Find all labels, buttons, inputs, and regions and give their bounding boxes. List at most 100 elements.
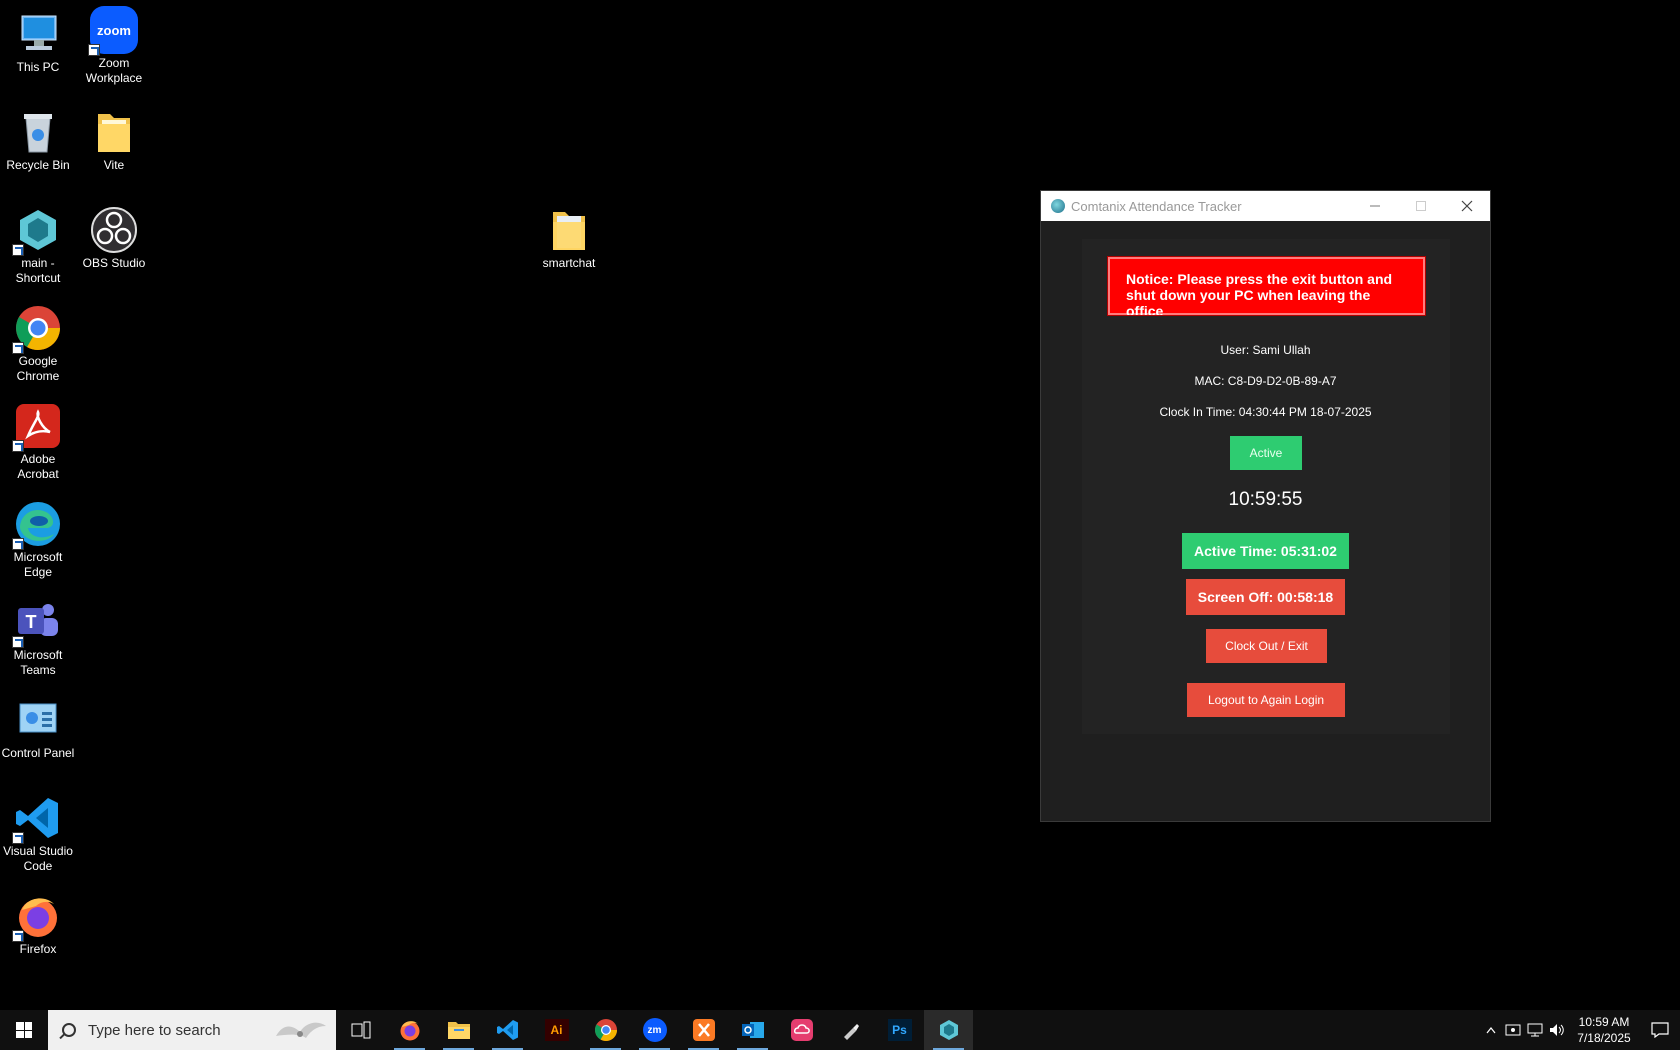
xampp-icon bbox=[692, 1019, 715, 1041]
control-panel-icon bbox=[14, 696, 62, 744]
this-pc-icon bbox=[14, 10, 62, 58]
desktop-icon-smartchat[interactable]: smartchat bbox=[531, 206, 607, 271]
task-view-icon bbox=[351, 1021, 370, 1039]
search-placeholder: Type here to search bbox=[88, 1021, 221, 1039]
window-content: Notice: Please press the exit button and… bbox=[1041, 221, 1490, 822]
illustrator-icon: Ai bbox=[544, 1019, 569, 1041]
firefox-icon bbox=[12, 892, 62, 942]
desktop-icon-label: Control Panel bbox=[1, 746, 75, 760]
close-button[interactable] bbox=[1444, 191, 1490, 221]
window-title: Comtanix Attendance Tracker bbox=[1071, 198, 1242, 214]
shortcut-arrow-icon bbox=[88, 44, 100, 56]
taskbar-app-attendance-tracker[interactable] bbox=[924, 1010, 973, 1050]
taskbar-app-illustrator[interactable]: Ai bbox=[532, 1010, 581, 1050]
desktop-icon-vite[interactable]: Vite bbox=[76, 108, 152, 173]
maximize-button[interactable] bbox=[1398, 191, 1444, 221]
chevron-up-icon bbox=[1486, 1027, 1496, 1034]
minimize-button[interactable] bbox=[1352, 191, 1398, 221]
chrome-icon bbox=[594, 1019, 617, 1041]
minimize-icon bbox=[1370, 205, 1380, 207]
volume-button[interactable] bbox=[1546, 1010, 1568, 1050]
attendance-tracker-window: Comtanix Attendance Tracker Notice: Plea… bbox=[1040, 190, 1491, 822]
search-highlight-icon bbox=[276, 1022, 326, 1038]
creative-cloud-icon bbox=[790, 1019, 813, 1041]
window-titlebar[interactable]: Comtanix Attendance Tracker bbox=[1041, 191, 1490, 221]
desktop-icon-this-pc[interactable]: This PC bbox=[0, 10, 76, 75]
teams-icon: T bbox=[12, 598, 62, 648]
desktop-icon-microsoft-teams[interactable]: T Microsoft Teams bbox=[0, 598, 76, 678]
acrobat-icon bbox=[12, 402, 62, 452]
shortcut-arrow-icon bbox=[12, 244, 24, 256]
search-icon bbox=[62, 1023, 76, 1037]
desktop-icon-label: Google Chrome bbox=[16, 354, 60, 383]
svg-text:T: T bbox=[26, 612, 37, 632]
attendance-tracker-icon bbox=[939, 1020, 958, 1040]
volume-icon bbox=[1550, 1024, 1564, 1036]
desktop-icon-microsoft-edge[interactable]: Microsoft Edge bbox=[0, 500, 76, 580]
taskbar-search[interactable]: Type here to search bbox=[48, 1010, 336, 1050]
start-button[interactable] bbox=[0, 1010, 48, 1050]
taskbar-app-chrome[interactable] bbox=[581, 1010, 630, 1050]
user-label: User: Sami Ullah bbox=[1220, 343, 1311, 357]
main-shortcut-icon bbox=[12, 206, 62, 256]
firefox-icon bbox=[400, 1021, 419, 1041]
desktop-icon-label: Recycle Bin bbox=[6, 158, 70, 172]
clock-out-button[interactable]: Clock Out / Exit bbox=[1206, 629, 1327, 663]
app-logo-icon bbox=[1051, 199, 1065, 213]
desktop-icon-control-panel[interactable]: Control Panel bbox=[0, 696, 76, 761]
taskbar: Type here to search Ai zm Ps 10:59 AM 7/… bbox=[0, 1010, 1680, 1050]
taskbar-clock[interactable]: 10:59 AM 7/18/2025 bbox=[1568, 1014, 1640, 1046]
zoom-icon: zm bbox=[642, 1018, 667, 1042]
shortcut-arrow-icon bbox=[12, 636, 24, 648]
notice-banner: Notice: Please press the exit button and… bbox=[1107, 256, 1426, 319]
taskbar-app-file-explorer[interactable] bbox=[434, 1010, 483, 1050]
vscode-icon bbox=[496, 1020, 518, 1040]
network-button[interactable] bbox=[1524, 1010, 1546, 1050]
taskbar-app-pen-tool[interactable] bbox=[826, 1010, 875, 1050]
shortcut-arrow-icon bbox=[12, 930, 24, 942]
action-center-button[interactable] bbox=[1640, 1010, 1680, 1050]
maximize-icon bbox=[1416, 201, 1426, 211]
desktop-icon-firefox[interactable]: Firefox bbox=[0, 892, 76, 957]
status-badge: Active bbox=[1230, 436, 1302, 470]
notification-icon bbox=[1651, 1022, 1669, 1038]
taskbar-app-outlook[interactable] bbox=[728, 1010, 777, 1050]
close-icon bbox=[1461, 200, 1473, 212]
desktop-icon-zoom-workplace[interactable]: zoom Zoom Workplace bbox=[76, 6, 152, 86]
desktop-icon-label: smartchat bbox=[542, 256, 596, 270]
task-view-button[interactable] bbox=[336, 1010, 385, 1050]
folder-icon bbox=[90, 108, 138, 156]
desktop-icon-adobe-acrobat[interactable]: Adobe Acrobat bbox=[0, 402, 76, 482]
desktop-icon-label: OBS Studio bbox=[82, 256, 146, 270]
outlook-icon bbox=[741, 1022, 764, 1038]
zoom-icon: zoom bbox=[88, 6, 138, 56]
desktop-icon-label: Microsoft Teams bbox=[13, 648, 63, 677]
taskbar-app-creative-cloud[interactable] bbox=[777, 1010, 826, 1050]
shortcut-arrow-icon bbox=[12, 440, 24, 452]
desktop-icon-label: This PC bbox=[16, 60, 60, 74]
desktop-icon-vscode[interactable]: Visual Studio Code bbox=[0, 794, 76, 874]
taskbar-app-vscode[interactable] bbox=[483, 1010, 532, 1050]
tray-app-icon bbox=[1505, 1024, 1521, 1036]
desktop-icon-label: Visual Studio Code bbox=[3, 844, 73, 873]
taskbar-app-photoshop[interactable]: Ps bbox=[875, 1010, 924, 1050]
show-hidden-icons-button[interactable] bbox=[1480, 1010, 1502, 1050]
taskbar-date: 7/18/2025 bbox=[1577, 1031, 1631, 1045]
desktop-icon-obs-studio[interactable]: OBS Studio bbox=[76, 206, 152, 271]
desktop-icon-recycle-bin[interactable]: Recycle Bin bbox=[0, 108, 76, 173]
tray-app-button[interactable] bbox=[1502, 1010, 1524, 1050]
desktop-icon-label: Microsoft Edge bbox=[13, 550, 63, 579]
taskbar-app-zoom[interactable]: zm bbox=[630, 1010, 679, 1050]
taskbar-app-firefox[interactable] bbox=[385, 1010, 434, 1050]
desktop-icon-main-shortcut[interactable]: main - Shortcut bbox=[0, 206, 76, 286]
folder-icon bbox=[545, 206, 593, 254]
recycle-bin-icon bbox=[14, 108, 62, 156]
desktop-icon-google-chrome[interactable]: Google Chrome bbox=[0, 304, 76, 384]
desktop-icon-label: Zoom Workplace bbox=[85, 56, 143, 85]
folder-icon bbox=[447, 1022, 470, 1039]
taskbar-app-xampp[interactable] bbox=[679, 1010, 728, 1050]
desktop-icon-label: Vite bbox=[103, 158, 125, 172]
screen-off-display: Screen Off: 00:58:18 bbox=[1186, 579, 1345, 615]
desktop-icon-label: Adobe Acrobat bbox=[17, 452, 59, 481]
logout-button[interactable]: Logout to Again Login bbox=[1187, 683, 1345, 717]
